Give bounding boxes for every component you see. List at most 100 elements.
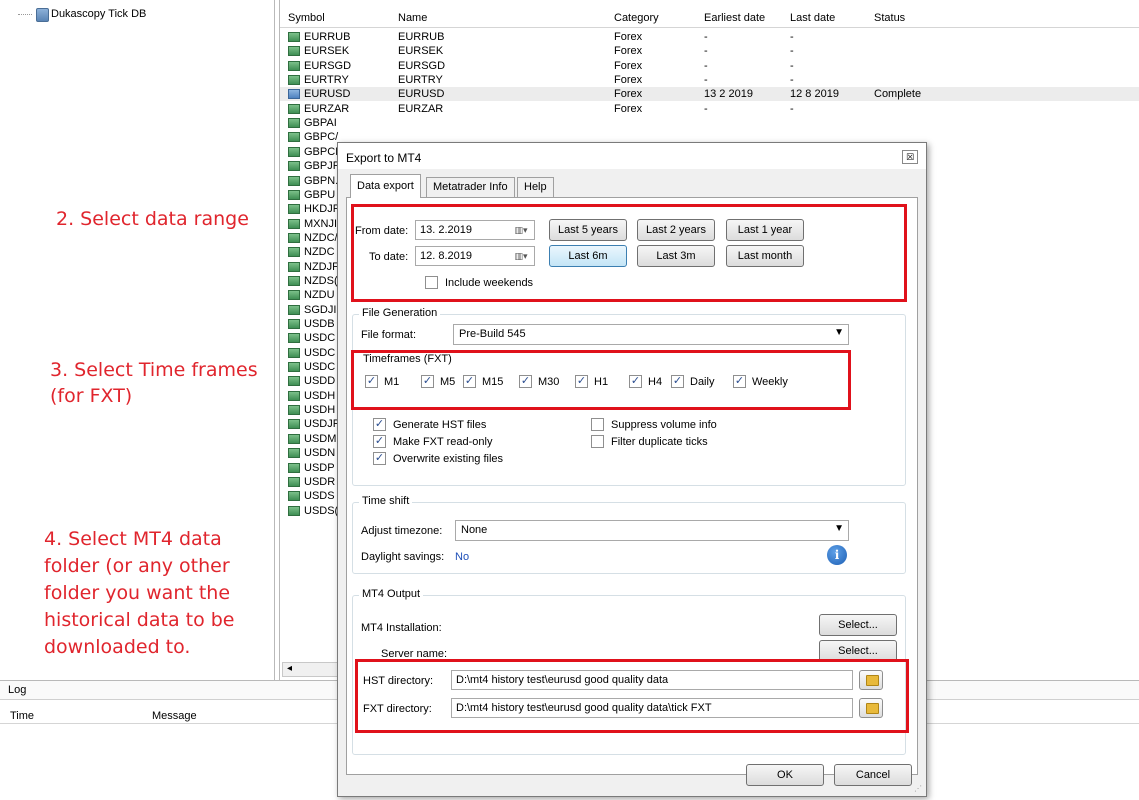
- symbol-icon: [288, 118, 300, 129]
- tree-item-label: Dukascopy Tick DB: [51, 8, 147, 20]
- cell-last-date: -: [790, 102, 794, 115]
- mt4-output-title: MT4 Output: [359, 588, 424, 600]
- column-header-status[interactable]: Status: [874, 12, 905, 24]
- option-label: Overwrite existing files: [393, 453, 504, 465]
- option-label: Generate HST files: [393, 419, 487, 431]
- cell-name: EURSEK: [398, 45, 444, 58]
- column-header-category[interactable]: Category: [614, 12, 659, 24]
- cell-symbol: USDD: [304, 375, 336, 388]
- chevron-down-icon: ▼: [834, 327, 844, 338]
- scroll-left-icon[interactable]: ◂: [287, 663, 292, 674]
- symbol-icon: [288, 261, 300, 272]
- cell-symbol: USDC: [304, 332, 336, 345]
- symbol-icon: [288, 103, 300, 114]
- select-installation-button[interactable]: Select...: [819, 614, 897, 636]
- tab-help[interactable]: Help: [517, 177, 554, 197]
- table-row[interactable]: EURZAR EURZAR Forex - -: [280, 102, 1139, 116]
- column-header-last-date[interactable]: Last date: [790, 12, 835, 24]
- option-label: Filter duplicate ticks: [611, 436, 708, 448]
- cell-symbol: GBPU: [304, 188, 336, 201]
- symbol-icon: [288, 405, 300, 416]
- dialog-titlebar[interactable]: Export to MT4 ☒: [338, 143, 926, 169]
- filter-duplicate-ticks-checkbox[interactable]: [591, 435, 604, 448]
- annotation-step-4-line4: historical data to be: [44, 609, 235, 631]
- timezone-value: None: [461, 524, 488, 536]
- tab-data-export[interactable]: Data export: [350, 174, 421, 198]
- cell-name: EURSGD: [398, 59, 446, 72]
- cell-symbol: USDM: [304, 432, 337, 445]
- cell-category: Forex: [614, 45, 643, 58]
- annotation-step-3-line1: 3. Select Time frames: [50, 359, 258, 381]
- cell-symbol: USDC: [304, 346, 336, 359]
- timezone-select[interactable]: None ▼: [455, 520, 849, 541]
- log-column-message[interactable]: Message: [152, 710, 197, 722]
- cell-status: Complete: [874, 88, 922, 101]
- cell-symbol: GBPCI: [304, 145, 339, 158]
- log-column-time[interactable]: Time: [10, 710, 34, 722]
- annotation-step-4-line5: downloaded to.: [44, 636, 191, 658]
- cell-symbol: GBPN.: [304, 174, 339, 187]
- table-row[interactable]: EURSGD EURSGD Forex - -: [280, 59, 1139, 73]
- symbol-icon: [288, 146, 300, 157]
- daylight-savings-link[interactable]: No: [455, 551, 469, 563]
- symbol-icon: [288, 333, 300, 344]
- annotation-step-3-line2: (for FXT): [50, 385, 133, 407]
- tree-item-dukascopy[interactable]: Dukascopy Tick DB: [18, 8, 147, 22]
- cell-category: Forex: [614, 88, 643, 101]
- time-shift-title: Time shift: [359, 495, 413, 507]
- table-row[interactable]: EURTRY EURTRY Forex - -: [280, 73, 1139, 87]
- annotation-step-4-line2: folder (or any other: [44, 555, 230, 577]
- close-icon[interactable]: ☒: [902, 150, 918, 164]
- cell-symbol: NZDJF: [304, 260, 339, 273]
- table-row[interactable]: EURSEK EURSEK Forex - -: [280, 44, 1139, 58]
- file-generation-title: File Generation: [359, 307, 441, 319]
- symbol-icon: [288, 462, 300, 473]
- table-row[interactable]: EURRUB EURRUB Forex - -: [280, 30, 1139, 44]
- cell-symbol: GBPAI: [304, 117, 337, 130]
- file-format-select[interactable]: Pre-Build 545 ▼: [453, 324, 849, 345]
- cell-last-date: -: [790, 74, 794, 87]
- highlight-date-range: [351, 204, 907, 302]
- symbol-icon: [288, 132, 300, 143]
- cell-category: Forex: [614, 31, 643, 43]
- symbol-icon: [288, 304, 300, 315]
- cell-symbol: EURSGD: [304, 59, 352, 72]
- cell-symbol: NZDC: [304, 246, 335, 259]
- info-icon[interactable]: i: [827, 545, 847, 565]
- cell-symbol: EURSEK: [304, 45, 350, 58]
- suppress-volume-info-checkbox[interactable]: [591, 418, 604, 431]
- symbol-icon: [288, 390, 300, 401]
- cell-symbol: USDN: [304, 447, 336, 460]
- resize-grip-icon[interactable]: ⋰: [914, 784, 924, 794]
- symbol-icon: [288, 275, 300, 286]
- file-format-value: Pre-Build 545: [459, 328, 526, 340]
- column-header-symbol[interactable]: Symbol: [288, 12, 325, 24]
- table-row[interactable]: GBPAI: [280, 116, 1139, 130]
- export-to-mt4-dialog: Export to MT4 ☒ Data export Metatrader I…: [337, 142, 927, 797]
- cancel-button[interactable]: Cancel: [834, 764, 912, 786]
- cell-symbol: USDB: [304, 318, 335, 330]
- dialog-title: Export to MT4: [346, 151, 422, 165]
- symbol-icon: [288, 46, 300, 57]
- column-header-name[interactable]: Name: [398, 12, 427, 24]
- symbol-icon: [288, 232, 300, 243]
- symbol-icon: [288, 32, 300, 42]
- cell-last-date: 12 8 2019: [790, 88, 839, 101]
- cell-name: EURTRY: [398, 74, 443, 87]
- ok-button[interactable]: OK: [746, 764, 824, 786]
- generate-hst-files-checkbox[interactable]: [373, 418, 386, 431]
- cell-earliest-date: -: [704, 59, 708, 72]
- cell-symbol: GBPJF: [304, 160, 340, 173]
- chevron-down-icon: ▼: [834, 523, 844, 534]
- cell-earliest-date: -: [704, 102, 708, 115]
- cell-symbol: USDH: [304, 404, 336, 417]
- tab-metatrader-info[interactable]: Metatrader Info: [426, 177, 515, 197]
- table-row[interactable]: EURUSD EURUSD Forex 13 2 2019 12 8 2019 Compl…: [280, 87, 1139, 102]
- make-fxt-read-only-checkbox[interactable]: [373, 435, 386, 448]
- cell-earliest-date: -: [704, 31, 708, 43]
- symbol-icon: [288, 419, 300, 430]
- log-title: Log: [8, 684, 27, 696]
- overwrite-existing-files-checkbox[interactable]: [373, 452, 386, 465]
- cell-last-date: -: [790, 59, 794, 72]
- column-header-earliest-date[interactable]: Earliest date: [704, 12, 765, 24]
